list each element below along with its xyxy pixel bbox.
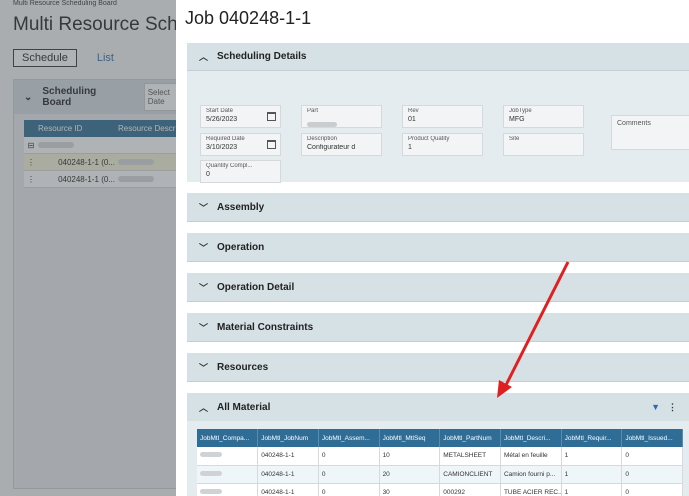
col-header[interactable]: JobMtl_Assem... <box>318 429 380 447</box>
product-quantity-field[interactable]: Product Quatity 1 <box>402 133 483 156</box>
section-all-material[interactable]: ︿ All Material ▼ ⋮ <box>187 393 689 421</box>
chevron-down-icon: ﹀ <box>199 282 209 293</box>
chevron-down-icon: ﹀ <box>199 362 209 373</box>
start-date-field[interactable]: Start Date 5/26/2023 <box>200 105 281 128</box>
col-header[interactable]: JobMtl_Requir... <box>561 429 623 447</box>
site-field[interactable]: Site <box>503 133 584 156</box>
col-header[interactable]: JobMtl_MtlSeq <box>379 429 441 447</box>
chevron-down-icon: ﹀ <box>199 322 209 333</box>
col-header[interactable]: JobMtl_PartNum <box>439 429 501 447</box>
comments-field[interactable]: Comments <box>611 115 689 150</box>
calendar-icon[interactable] <box>267 140 276 149</box>
part-field[interactable]: Part <box>301 105 382 128</box>
col-header[interactable]: JobMtl_Descri... <box>500 429 562 447</box>
table-row[interactable]: 040248-1-1 0 20 CAMIONCLIENT Camion four… <box>197 465 683 484</box>
more-options-icon[interactable]: ⋮ <box>668 402 677 413</box>
table-row[interactable]: 040248-1-1 0 30 000292 TUBE ACIER REC...… <box>197 483 683 496</box>
section-operation-detail[interactable]: ﹀ Operation Detail <box>187 273 689 302</box>
rev-field[interactable]: Rev 01 <box>402 105 483 128</box>
col-header[interactable]: JobMtl_Issued... <box>621 429 683 447</box>
panel-title: Job 040248-1-1 <box>185 8 312 28</box>
required-date-field[interactable]: Required Date 3/10/2023 <box>200 133 281 156</box>
jobtype-field[interactable]: JobType MFG <box>503 105 584 128</box>
section-material-constraints[interactable]: ﹀ Material Constraints <box>187 313 689 342</box>
chevron-up-icon: ︿ <box>199 402 209 413</box>
chevron-down-icon: ﹀ <box>199 242 209 253</box>
section-operation[interactable]: ﹀ Operation <box>187 233 689 262</box>
filter-icon[interactable]: ▼ <box>651 402 660 413</box>
job-panel: Job 040248-1-1 ︿ Scheduling Details Star… <box>176 0 689 496</box>
all-material-grid: JobMtl_Compa... JobMtl_JobNum JobMtl_Ass… <box>187 421 689 496</box>
calendar-icon[interactable] <box>267 112 276 121</box>
scheduling-details-body: Start Date 5/26/2023 Part Rev 01 JobType… <box>187 71 689 183</box>
description-field[interactable]: Description Configurateur d <box>301 133 382 156</box>
chevron-down-icon: ﹀ <box>199 202 209 213</box>
quantity-completed-field[interactable]: Quantity Compl... 0 <box>200 160 281 183</box>
col-header[interactable]: JobMtl_Compa... <box>197 429 259 447</box>
section-assembly[interactable]: ﹀ Assembly <box>187 193 689 222</box>
col-header[interactable]: JobMtl_JobNum <box>257 429 319 447</box>
chevron-up-icon: ︿ <box>199 52 209 62</box>
section-resources[interactable]: ﹀ Resources <box>187 353 689 382</box>
section-scheduling-details[interactable]: ︿ Scheduling Details <box>187 43 689 71</box>
table-row[interactable]: 040248-1-1 0 10 METALSHEET Métal en feui… <box>197 447 683 466</box>
